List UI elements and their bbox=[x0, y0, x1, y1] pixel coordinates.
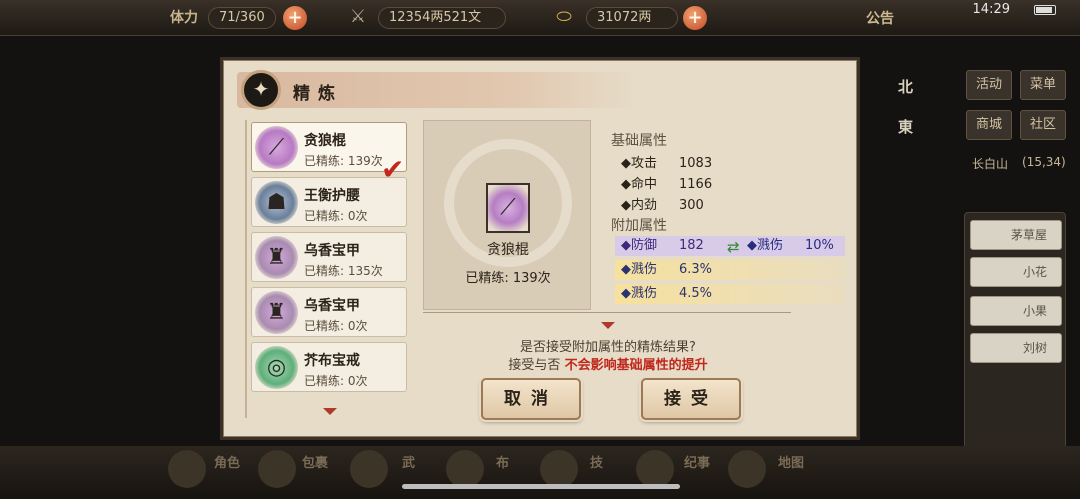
bag-icon bbox=[258, 450, 296, 488]
npc-button[interactable]: 小果 bbox=[970, 296, 1062, 326]
stat-value: 1166 bbox=[679, 177, 713, 192]
item-name: 乌香宝甲 bbox=[304, 298, 360, 314]
formation-icon bbox=[446, 450, 484, 488]
location-coords: (15,34) bbox=[1022, 155, 1066, 169]
home-indicator[interactable] bbox=[402, 484, 680, 489]
list-item[interactable]: ♜ 乌香宝甲 已精练: 0次 bbox=[251, 287, 407, 337]
new-stat-value: 10% bbox=[805, 238, 834, 253]
community-button[interactable]: 社区 bbox=[1020, 110, 1066, 140]
stat-label: ◆内劲 bbox=[621, 198, 657, 213]
shop-button[interactable]: 商城 bbox=[966, 110, 1012, 140]
cancel-button[interactable]: 取消 bbox=[481, 378, 581, 420]
top-hud: 体力 71/360 + ⚔ 12354两521文 ⬭ 31072两 + 公告 1… bbox=[0, 0, 1080, 36]
stat-value: 4.5% bbox=[679, 286, 713, 301]
activity-button[interactable]: 活动 bbox=[966, 70, 1012, 100]
armor-icon: ♜ bbox=[255, 236, 298, 279]
npc-button[interactable]: 刘树 bbox=[970, 333, 1062, 363]
system-clock: 14:29 bbox=[972, 2, 1010, 17]
extra-stat-row[interactable]: ◆防御 182 ⇄ ◆溅伤 10% bbox=[615, 236, 845, 256]
martial-tab[interactable]: 武 bbox=[402, 452, 415, 471]
martial-icon bbox=[350, 450, 388, 488]
character-tab[interactable]: 角色 bbox=[214, 452, 240, 471]
extra-stat-row[interactable]: ◆溅伤 6.3% bbox=[615, 260, 845, 280]
item-refine-count: 已精练: 0次 bbox=[304, 319, 368, 333]
staff-icon: ⟋ bbox=[486, 183, 530, 233]
refine-dialog: ✦ 精炼 ⟋ 贪狼棍 已精练: 139次 ☗ 王衡护腰 已精练: 0次 ♜ 乌香… bbox=[220, 57, 860, 440]
panel-down-arrow-icon bbox=[601, 322, 615, 329]
stamina-value: 71/360 bbox=[208, 7, 276, 29]
scroll-down-arrow-icon[interactable] bbox=[323, 408, 337, 415]
base-stat-row: ◆命中 1166 bbox=[621, 173, 712, 192]
menu-button[interactable]: 菜单 bbox=[1020, 70, 1066, 100]
map-tab[interactable]: 地图 bbox=[778, 452, 804, 471]
base-stat-row: ◆内劲 300 bbox=[621, 194, 704, 213]
stat-label: ◆命中 bbox=[621, 177, 657, 192]
skill-tab[interactable]: 技 bbox=[590, 452, 603, 471]
location-name: 长白山 bbox=[972, 157, 1009, 171]
stamina-label: 体力 bbox=[170, 10, 198, 26]
item-refine-count: 已精练: 139次 bbox=[304, 154, 383, 168]
extra-stat-row[interactable]: ◆溅伤 4.5% bbox=[615, 284, 845, 304]
copper-coin-icon: ⚔ bbox=[349, 6, 367, 27]
extra-stats-header: 附加属性 bbox=[611, 218, 667, 234]
add-stamina-button[interactable]: + bbox=[283, 6, 307, 30]
silver-ingot-icon: ⬭ bbox=[556, 6, 572, 27]
swap-arrows-icon: ⇄ bbox=[727, 238, 740, 256]
add-silver-button[interactable]: + bbox=[683, 6, 707, 30]
silver-value: 31072两 bbox=[586, 7, 678, 29]
notice-button[interactable]: 公告 bbox=[866, 8, 894, 28]
chronicle-icon bbox=[636, 450, 674, 488]
armor-icon: ♜ bbox=[255, 291, 298, 334]
compass-east: 東 bbox=[898, 118, 914, 136]
stat-value: 300 bbox=[679, 198, 704, 213]
stat-value: 6.3% bbox=[679, 262, 713, 277]
base-stat-row: ◆攻击 1083 bbox=[621, 152, 712, 171]
battery-icon bbox=[1034, 5, 1056, 15]
npc-button[interactable]: 小花 bbox=[970, 257, 1062, 287]
map-icon bbox=[728, 450, 766, 488]
base-stats-header: 基础属性 bbox=[611, 133, 667, 149]
stat-label: ◆溅伤 bbox=[621, 286, 657, 301]
bag-tab[interactable]: 包裹 bbox=[302, 452, 328, 471]
formation-tab[interactable]: 布 bbox=[496, 452, 509, 471]
detail-item-name: 贪狼棍 bbox=[487, 242, 529, 258]
character-icon bbox=[168, 450, 206, 488]
new-stat-label: ◆溅伤 bbox=[747, 238, 783, 253]
confirm-note-lead: 接受与否 bbox=[508, 358, 561, 373]
refine-emblem-icon: ✦ bbox=[241, 70, 281, 110]
stat-label: ◆溅伤 bbox=[621, 262, 657, 277]
accept-button[interactable]: 接受 bbox=[641, 378, 741, 420]
stat-label: ◆防御 bbox=[621, 238, 657, 253]
confirm-note: 接受与否 不会影响基础属性的提升 bbox=[223, 354, 863, 373]
compass-north: 北 bbox=[898, 78, 914, 96]
item-name: 乌香宝甲 bbox=[304, 243, 360, 259]
staff-icon: ⟋ bbox=[255, 126, 298, 169]
confirm-question: 是否接受附加属性的精炼结果? bbox=[520, 340, 696, 355]
item-refine-count: 已精练: 0次 bbox=[304, 209, 368, 223]
item-detail-panel: ⟋ 贪狼棍 已精练: 139次 bbox=[423, 120, 591, 310]
skill-icon bbox=[540, 450, 578, 488]
stat-label: ◆攻击 bbox=[621, 156, 657, 171]
chronicle-tab[interactable]: 纪事 bbox=[684, 452, 710, 471]
item-name: 王衡护腰 bbox=[304, 188, 360, 204]
stat-value: 1083 bbox=[679, 156, 713, 171]
item-refine-count: 已精练: 135次 bbox=[304, 264, 383, 278]
list-item[interactable]: ♜ 乌香宝甲 已精练: 135次 bbox=[251, 232, 407, 282]
belt-icon: ☗ bbox=[255, 181, 298, 224]
item-name: 贪狼棍 bbox=[304, 133, 346, 149]
copper-value: 12354两521文 bbox=[378, 7, 506, 29]
item-refine-count: 已精练: 0次 bbox=[304, 374, 368, 388]
dialog-title: 精炼 bbox=[293, 84, 343, 104]
confirm-note-warning: 不会影响基础属性的提升 bbox=[564, 358, 708, 373]
divider bbox=[423, 312, 791, 313]
selected-check-icon: ✔ bbox=[381, 153, 405, 186]
detail-refine-count: 已精练: 139次 bbox=[465, 271, 551, 286]
stat-value: 182 bbox=[679, 238, 704, 253]
npc-button[interactable]: 茅草屋 bbox=[970, 220, 1062, 250]
